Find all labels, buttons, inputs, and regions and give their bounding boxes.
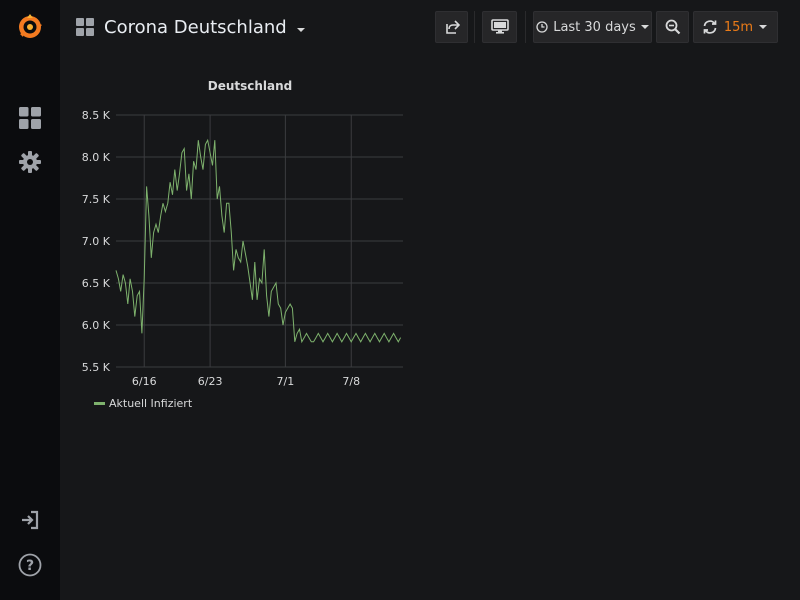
panel-title[interactable]: Deutschland: [208, 79, 293, 93]
caret-down-icon: [296, 28, 305, 32]
y-axis: 5.5 K 6.0 K 6.5 K 7.0 K 7.5 K 8.0 K 8.5 K: [82, 109, 111, 374]
time-range-picker[interactable]: Last 30 days: [533, 11, 652, 43]
monitor-icon: [490, 19, 509, 34]
dashboard-grid-icon: [76, 18, 94, 36]
share-icon: [445, 20, 460, 34]
sign-in-icon[interactable]: [15, 505, 45, 535]
navbar: Corona Deutschland Last 30 days 15m: [60, 0, 800, 54]
refresh-interval-label: 15m: [723, 19, 754, 35]
caret-down-icon: [759, 25, 767, 29]
gear-icon[interactable]: [15, 147, 45, 177]
dashboards-icon[interactable]: [15, 103, 45, 133]
legend-swatch[interactable]: [94, 402, 105, 405]
share-button[interactable]: [435, 11, 468, 43]
x-axis: 6/16 6/23 7/1 7/8: [132, 375, 360, 388]
clock-icon: [536, 21, 548, 33]
x-tick-label: 7/8: [342, 375, 360, 388]
x-tick-label: 7/1: [277, 375, 295, 388]
grafana-logo-icon[interactable]: [15, 12, 45, 42]
navbar-divider: [474, 11, 475, 43]
zoom-out-button[interactable]: [656, 11, 689, 43]
x-tick-label: 6/16: [132, 375, 157, 388]
x-tick-label: 6/23: [198, 375, 223, 388]
y-tick-label: 5.5 K: [82, 361, 111, 374]
graph-panel: Deutschland 5.5 K 6.0 K 6.5 K 7.0 K 7.5 K 8.0…: [76, 66, 416, 426]
y-tick-label: 8.5 K: [82, 109, 111, 122]
y-tick-label: 7.5 K: [82, 193, 111, 206]
y-tick-label: 7.0 K: [82, 235, 111, 248]
line-chart: Deutschland 5.5 K 6.0 K 6.5 K 7.0 K 7.5 K 8.0…: [82, 79, 403, 388]
y-tick-label: 6.0 K: [82, 319, 111, 332]
refresh-picker[interactable]: 15m: [693, 11, 778, 43]
y-tick-label: 8.0 K: [82, 151, 111, 164]
grid: [116, 114, 403, 368]
y-tick-label: 6.5 K: [82, 277, 111, 290]
svg-text:?: ?: [26, 558, 34, 574]
caret-down-icon: [640, 25, 649, 29]
sidebar: ?: [0, 0, 60, 600]
zoom-out-icon: [665, 19, 680, 35]
dashboard-picker[interactable]: Corona Deutschland: [76, 12, 305, 42]
time-range-label: Last 30 days: [553, 19, 636, 35]
dashboard-title: Corona Deutschland: [104, 16, 287, 38]
cycle-view-mode-button[interactable]: [482, 11, 517, 43]
navbar-divider: [525, 11, 526, 43]
legend-series-name[interactable]: Aktuell Infiziert: [109, 397, 192, 410]
legend: Aktuell Infiziert: [94, 397, 192, 410]
help-icon[interactable]: ?: [15, 550, 45, 580]
refresh-icon: [703, 20, 717, 34]
